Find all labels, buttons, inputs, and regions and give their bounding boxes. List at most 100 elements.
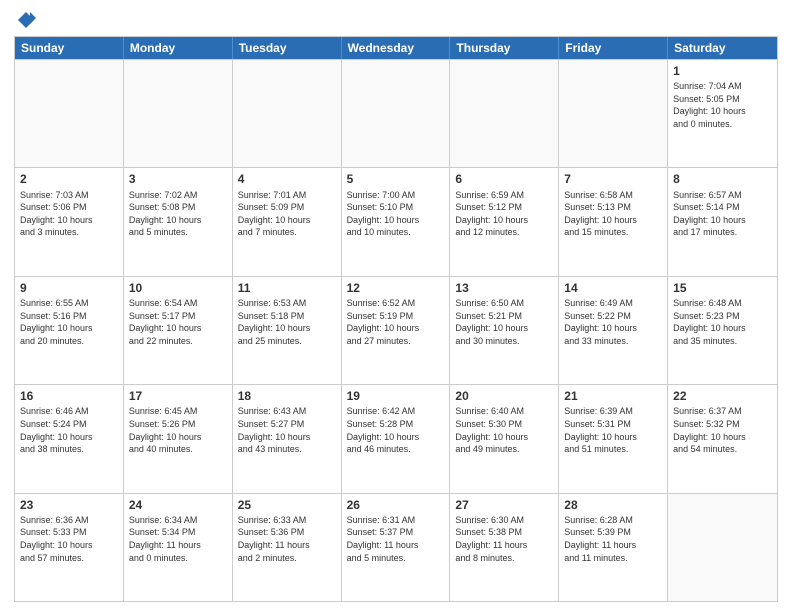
cell-info: Sunrise: 6:40 AM Sunset: 5:30 PM Dayligh… bbox=[455, 405, 553, 455]
day-number: 17 bbox=[129, 388, 227, 404]
day-number: 3 bbox=[129, 171, 227, 187]
logo bbox=[14, 10, 36, 30]
calendar-cell: 3 Sunrise: 7:02 AM Sunset: 5:08 PM Daylig… bbox=[124, 168, 233, 275]
cell-info: Sunrise: 6:43 AM Sunset: 5:27 PM Dayligh… bbox=[238, 405, 336, 455]
calendar-cell: 26Sunrise: 6:31 AM Sunset: 5:37 PM Dayli… bbox=[342, 494, 451, 601]
cell-info: Sunrise: 7:00 AM Sunset: 5:10 PM Dayligh… bbox=[347, 189, 445, 239]
calendar-cell: 7 Sunrise: 6:58 AM Sunset: 5:13 PM Daylig… bbox=[559, 168, 668, 275]
calendar-body: 1Sunrise: 7:04 AM Sunset: 5:05 PM Daylig… bbox=[15, 59, 777, 601]
day-number: 8 bbox=[673, 171, 772, 187]
cell-info: Sunrise: 6:48 AM Sunset: 5:23 PM Dayligh… bbox=[673, 297, 772, 347]
cell-info: Sunrise: 6:28 AM Sunset: 5:39 PM Dayligh… bbox=[564, 514, 662, 564]
calendar-cell: 6Sunrise: 6:59 AM Sunset: 5:12 PM Daylig… bbox=[450, 168, 559, 275]
calendar-row-3: 16Sunrise: 6:46 AM Sunset: 5:24 PM Dayli… bbox=[15, 384, 777, 492]
calendar-cell bbox=[124, 60, 233, 167]
calendar-cell bbox=[233, 60, 342, 167]
calendar-cell: 8 Sunrise: 6:57 AM Sunset: 5:14 PM Daylig… bbox=[668, 168, 777, 275]
cell-info: Sunrise: 6:54 AM Sunset: 5:17 PM Dayligh… bbox=[129, 297, 227, 347]
cell-info: Sunrise: 7:03 AM Sunset: 5:06 PM Dayligh… bbox=[20, 189, 118, 239]
calendar-cell: 25Sunrise: 6:33 AM Sunset: 5:36 PM Dayli… bbox=[233, 494, 342, 601]
calendar-cell: 20Sunrise: 6:40 AM Sunset: 5:30 PM Dayli… bbox=[450, 385, 559, 492]
weekday-header-monday: Monday bbox=[124, 37, 233, 59]
day-number: 16 bbox=[20, 388, 118, 404]
calendar-cell: 9Sunrise: 6:55 AM Sunset: 5:16 PM Daylig… bbox=[15, 277, 124, 384]
weekday-header-wednesday: Wednesday bbox=[342, 37, 451, 59]
day-number: 20 bbox=[455, 388, 553, 404]
weekday-header-tuesday: Tuesday bbox=[233, 37, 342, 59]
calendar-cell: 27Sunrise: 6:30 AM Sunset: 5:38 PM Dayli… bbox=[450, 494, 559, 601]
calendar-cell: 14Sunrise: 6:49 AM Sunset: 5:22 PM Dayli… bbox=[559, 277, 668, 384]
calendar-cell bbox=[450, 60, 559, 167]
day-number: 1 bbox=[673, 63, 772, 79]
day-number: 5 bbox=[347, 171, 445, 187]
calendar-cell: 15Sunrise: 6:48 AM Sunset: 5:23 PM Dayli… bbox=[668, 277, 777, 384]
weekday-header-saturday: Saturday bbox=[668, 37, 777, 59]
calendar-cell: 24Sunrise: 6:34 AM Sunset: 5:34 PM Dayli… bbox=[124, 494, 233, 601]
day-number: 7 bbox=[564, 171, 662, 187]
calendar-cell: 1Sunrise: 7:04 AM Sunset: 5:05 PM Daylig… bbox=[668, 60, 777, 167]
cell-info: Sunrise: 6:57 AM Sunset: 5:14 PM Dayligh… bbox=[673, 189, 772, 239]
calendar-cell: 4 Sunrise: 7:01 AM Sunset: 5:09 PM Daylig… bbox=[233, 168, 342, 275]
day-number: 26 bbox=[347, 497, 445, 513]
calendar-cell: 2 Sunrise: 7:03 AM Sunset: 5:06 PM Daylig… bbox=[15, 168, 124, 275]
calendar-cell: 5 Sunrise: 7:00 AM Sunset: 5:10 PM Daylig… bbox=[342, 168, 451, 275]
day-number: 13 bbox=[455, 280, 553, 296]
calendar-cell bbox=[559, 60, 668, 167]
day-number: 15 bbox=[673, 280, 772, 296]
cell-info: Sunrise: 6:42 AM Sunset: 5:28 PM Dayligh… bbox=[347, 405, 445, 455]
cell-info: Sunrise: 6:58 AM Sunset: 5:13 PM Dayligh… bbox=[564, 189, 662, 239]
day-number: 24 bbox=[129, 497, 227, 513]
calendar-cell: 11Sunrise: 6:53 AM Sunset: 5:18 PM Dayli… bbox=[233, 277, 342, 384]
cell-info: Sunrise: 6:34 AM Sunset: 5:34 PM Dayligh… bbox=[129, 514, 227, 564]
day-number: 14 bbox=[564, 280, 662, 296]
calendar-cell bbox=[15, 60, 124, 167]
day-number: 23 bbox=[20, 497, 118, 513]
cell-info: Sunrise: 6:33 AM Sunset: 5:36 PM Dayligh… bbox=[238, 514, 336, 564]
calendar-row-1: 2 Sunrise: 7:03 AM Sunset: 5:06 PM Daylig… bbox=[15, 167, 777, 275]
cell-info: Sunrise: 6:45 AM Sunset: 5:26 PM Dayligh… bbox=[129, 405, 227, 455]
cell-info: Sunrise: 6:31 AM Sunset: 5:37 PM Dayligh… bbox=[347, 514, 445, 564]
calendar-row-0: 1Sunrise: 7:04 AM Sunset: 5:05 PM Daylig… bbox=[15, 59, 777, 167]
cell-info: Sunrise: 6:53 AM Sunset: 5:18 PM Dayligh… bbox=[238, 297, 336, 347]
calendar-cell: 17Sunrise: 6:45 AM Sunset: 5:26 PM Dayli… bbox=[124, 385, 233, 492]
day-number: 22 bbox=[673, 388, 772, 404]
calendar-cell: 13Sunrise: 6:50 AM Sunset: 5:21 PM Dayli… bbox=[450, 277, 559, 384]
day-number: 9 bbox=[20, 280, 118, 296]
calendar-cell: 18Sunrise: 6:43 AM Sunset: 5:27 PM Dayli… bbox=[233, 385, 342, 492]
day-number: 18 bbox=[238, 388, 336, 404]
day-number: 2 bbox=[20, 171, 118, 187]
day-number: 27 bbox=[455, 497, 553, 513]
calendar-cell: 10Sunrise: 6:54 AM Sunset: 5:17 PM Dayli… bbox=[124, 277, 233, 384]
cell-info: Sunrise: 6:55 AM Sunset: 5:16 PM Dayligh… bbox=[20, 297, 118, 347]
day-number: 21 bbox=[564, 388, 662, 404]
day-number: 4 bbox=[238, 171, 336, 187]
calendar-cell: 21Sunrise: 6:39 AM Sunset: 5:31 PM Dayli… bbox=[559, 385, 668, 492]
calendar-row-4: 23Sunrise: 6:36 AM Sunset: 5:33 PM Dayli… bbox=[15, 493, 777, 601]
weekday-header-sunday: Sunday bbox=[15, 37, 124, 59]
calendar-cell: 12Sunrise: 6:52 AM Sunset: 5:19 PM Dayli… bbox=[342, 277, 451, 384]
day-number: 25 bbox=[238, 497, 336, 513]
calendar-row-2: 9Sunrise: 6:55 AM Sunset: 5:16 PM Daylig… bbox=[15, 276, 777, 384]
weekday-header-thursday: Thursday bbox=[450, 37, 559, 59]
calendar-cell: 16Sunrise: 6:46 AM Sunset: 5:24 PM Dayli… bbox=[15, 385, 124, 492]
calendar-cell: 19Sunrise: 6:42 AM Sunset: 5:28 PM Dayli… bbox=[342, 385, 451, 492]
calendar-header: SundayMondayTuesdayWednesdayThursdayFrid… bbox=[15, 37, 777, 59]
cell-info: Sunrise: 6:49 AM Sunset: 5:22 PM Dayligh… bbox=[564, 297, 662, 347]
header bbox=[14, 10, 778, 30]
cell-info: Sunrise: 6:59 AM Sunset: 5:12 PM Dayligh… bbox=[455, 189, 553, 239]
cell-info: Sunrise: 6:39 AM Sunset: 5:31 PM Dayligh… bbox=[564, 405, 662, 455]
day-number: 12 bbox=[347, 280, 445, 296]
day-number: 11 bbox=[238, 280, 336, 296]
calendar-cell bbox=[342, 60, 451, 167]
cell-info: Sunrise: 7:01 AM Sunset: 5:09 PM Dayligh… bbox=[238, 189, 336, 239]
page: SundayMondayTuesdayWednesdayThursdayFrid… bbox=[0, 0, 792, 612]
day-number: 28 bbox=[564, 497, 662, 513]
cell-info: Sunrise: 6:36 AM Sunset: 5:33 PM Dayligh… bbox=[20, 514, 118, 564]
cell-info: Sunrise: 6:37 AM Sunset: 5:32 PM Dayligh… bbox=[673, 405, 772, 455]
day-number: 10 bbox=[129, 280, 227, 296]
calendar: SundayMondayTuesdayWednesdayThursdayFrid… bbox=[14, 36, 778, 602]
calendar-cell: 22Sunrise: 6:37 AM Sunset: 5:32 PM Dayli… bbox=[668, 385, 777, 492]
cell-info: Sunrise: 6:52 AM Sunset: 5:19 PM Dayligh… bbox=[347, 297, 445, 347]
weekday-header-friday: Friday bbox=[559, 37, 668, 59]
cell-info: Sunrise: 7:02 AM Sunset: 5:08 PM Dayligh… bbox=[129, 189, 227, 239]
